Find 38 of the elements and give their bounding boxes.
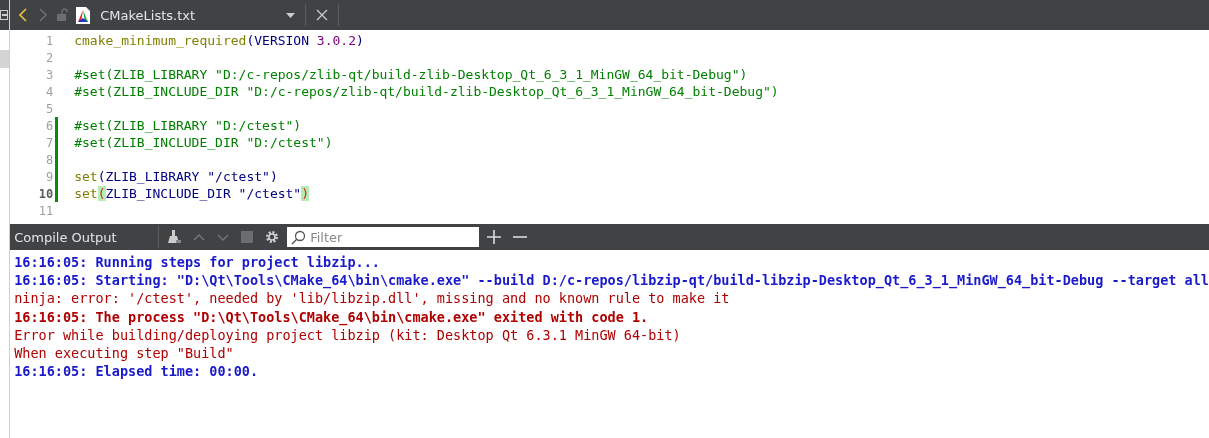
- back-icon[interactable]: [19, 8, 28, 22]
- code-line: #set(ZLIB_LIBRARY "D:/ctest"): [74, 118, 302, 133]
- code-line: cmake_minimum_required(VERSION 3.0.2): [74, 33, 364, 48]
- dropdown-caret-icon[interactable]: [286, 12, 296, 18]
- line-number: 4: [45, 84, 54, 99]
- lock-icon: [56, 8, 71, 22]
- line-number: 3: [45, 67, 54, 82]
- line-number: 8: [45, 152, 54, 167]
- line-number: 11: [37, 203, 54, 218]
- line-number: 10: [37, 186, 54, 201]
- add-icon[interactable]: [487, 230, 502, 244]
- line-number: 6: [45, 118, 54, 133]
- close-icon[interactable]: [316, 9, 329, 21]
- line-number: 5: [45, 101, 54, 116]
- filter-box[interactable]: Filter: [287, 227, 480, 247]
- settings-icon[interactable]: [265, 230, 280, 244]
- code-line: #set(ZLIB_INCLUDE_DIR "D:/c-repos/zlib-qt/build-zlib-Desktop_Qt_6_3_1_MinGW_64_bit-Debug"): [74, 84, 779, 99]
- line-number: 7: [45, 135, 54, 150]
- line-number: 9: [45, 169, 54, 184]
- output-line: 16:16:05: Starting: "D:\Qt\Tools\CMake_64\bin\cmake.exe" --build D:/c-repos/libzip-qt/build-libzip-Desktop_Qt_6_3_1_MinGW_64_bit-Debug --target all: [14, 271, 1209, 290]
- output-line: 16:16:05: Elapsed time: 00:00.: [14, 362, 260, 381]
- output-line: ninja: error: '/ctest', needed by 'lib/libzip.dll', missing and no known rule to make it: [14, 289, 731, 308]
- line-number: 2: [45, 50, 54, 65]
- output-line: 16:16:05: Running steps for project libzip...: [14, 253, 381, 272]
- file-icon: [76, 6, 91, 24]
- search-icon: [291, 229, 307, 245]
- code-line: #set(ZLIB_LIBRARY "D:/c-repos/zlib-qt/build-zlib-Desktop_Qt_6_3_1_MinGW_64_bit-Debug"): [74, 67, 748, 82]
- output-line: 16:16:05: The process "D:\Qt\Tools\CMake_64\bin\cmake.exe" exited with code 1.: [14, 307, 650, 326]
- pane-title: Compile Output: [13, 229, 118, 245]
- output-line: Error while building/deploying project libzip (kit: Desktop Qt 6.3.1 MinGW 64-bit): [14, 326, 682, 344]
- split-icon[interactable]: [0, 10, 8, 20]
- code-line: set(ZLIB_LIBRARY "/ctest"): [74, 169, 278, 184]
- output-line: When executing step "Build": [14, 344, 235, 363]
- line-number: 1: [45, 33, 54, 48]
- code-line: #set(ZLIB_INCLUDE_DIR "D:/ctest"): [74, 135, 333, 150]
- broom-icon[interactable]: [167, 230, 182, 244]
- file-name: CMakeLists.txt: [100, 7, 197, 23]
- code-line: set(ZLIB_INCLUDE_DIR "/ctest"): [74, 186, 310, 201]
